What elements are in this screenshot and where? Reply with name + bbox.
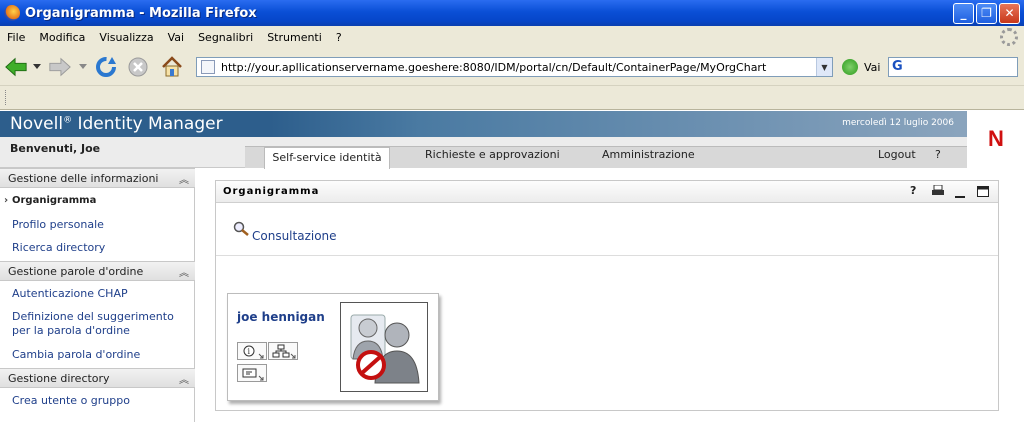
menu-segnalibri[interactable]: Segnalibri bbox=[191, 31, 260, 44]
magnifier-icon[interactable] bbox=[233, 221, 249, 240]
tab-requests[interactable]: Richieste e approvazioni bbox=[425, 148, 560, 161]
sidebar-item-profilo[interactable]: Profilo personale bbox=[12, 218, 104, 231]
sidebar-item-hint[interactable]: Definizione del suggerimento per la paro… bbox=[12, 310, 182, 338]
go-label[interactable]: Vai bbox=[864, 61, 880, 74]
minimize-icon[interactable] bbox=[955, 187, 965, 202]
window-title: Organigramma - Mozilla Firefox bbox=[25, 5, 257, 21]
bookmarks-toolbar bbox=[0, 86, 1024, 110]
collapse-icon[interactable]: ︽ bbox=[179, 264, 189, 279]
brand-title: Novell® Identity Manager bbox=[10, 114, 223, 134]
person-card: joe hennigan i bbox=[227, 293, 439, 401]
brand-product: Identity Manager bbox=[77, 114, 223, 134]
restore-button[interactable]: ❐ bbox=[976, 2, 997, 24]
google-search-icon[interactable]: G bbox=[892, 59, 903, 74]
portlet-help-icon[interactable]: ? bbox=[910, 184, 916, 197]
address-bar[interactable]: http://your.apllicationservername.goeshe… bbox=[196, 57, 833, 77]
sidebar-item-organigramma[interactable]: Organigramma bbox=[4, 195, 96, 206]
sidebar-section-info[interactable]: Gestione delle informazioni ︽ bbox=[0, 168, 195, 188]
back-icon[interactable] bbox=[4, 55, 28, 79]
sidebar-section-directory[interactable]: Gestione directory ︽ bbox=[0, 368, 195, 388]
firefox-logo-icon bbox=[4, 5, 20, 21]
info-button[interactable]: i bbox=[237, 342, 267, 360]
tab-administration[interactable]: Amministrazione bbox=[602, 148, 695, 161]
no-photo-avatar bbox=[340, 302, 428, 392]
menu-vai[interactable]: Vai bbox=[161, 31, 191, 44]
portlet-title: Organigramma bbox=[223, 186, 320, 197]
window-titlebar: Organigramma - Mozilla Firefox _ ❐ ✕ bbox=[0, 0, 1024, 26]
home-icon[interactable] bbox=[160, 55, 184, 79]
menu-modifica[interactable]: Modifica bbox=[32, 31, 92, 44]
menu-bar: File Modifica Visualizza Vai Segnalibri … bbox=[0, 26, 1024, 48]
menu-help[interactable]: ? bbox=[329, 31, 349, 44]
collapse-icon[interactable]: ︽ bbox=[179, 171, 189, 186]
menu-file[interactable]: File bbox=[0, 31, 32, 44]
close-button[interactable]: ✕ bbox=[999, 2, 1020, 24]
help-link[interactable]: ? bbox=[935, 148, 941, 161]
sidebar-section-passwords[interactable]: Gestione parole d'ordine ︽ bbox=[0, 261, 195, 281]
brand-mark: ® bbox=[63, 115, 73, 126]
orgchart-button[interactable] bbox=[268, 342, 298, 360]
email-button[interactable] bbox=[237, 364, 267, 382]
menu-visualizza[interactable]: Visualizza bbox=[92, 31, 160, 44]
novell-logo-icon: N bbox=[988, 126, 1004, 151]
minimize-button[interactable]: _ bbox=[953, 2, 974, 24]
consultation-link[interactable]: Consultazione bbox=[252, 229, 337, 243]
sidebar-item-create-user[interactable]: Crea utente o gruppo bbox=[12, 394, 130, 407]
svg-text:i: i bbox=[248, 347, 251, 356]
address-dropdown-icon[interactable]: ▼ bbox=[816, 58, 832, 76]
orgchart-portlet: Organigramma ? Consultazione joe henniga… bbox=[215, 180, 999, 411]
welcome-text: Benvenuti, Joe bbox=[10, 142, 101, 155]
section-title: Gestione directory bbox=[8, 372, 110, 385]
navigation-toolbar: http://your.apllicationservername.goeshe… bbox=[0, 48, 1024, 86]
go-icon[interactable] bbox=[842, 59, 858, 75]
sidebar-item-ricerca[interactable]: Ricerca directory bbox=[12, 241, 105, 254]
section-title: Gestione parole d'ordine bbox=[8, 265, 144, 278]
menu-strumenti[interactable]: Strumenti bbox=[260, 31, 329, 44]
tab-self-service[interactable]: Self-service identità bbox=[264, 147, 390, 169]
person-name[interactable]: joe hennigan bbox=[237, 310, 325, 324]
header-date: mercoledì 12 luglio 2006 bbox=[842, 118, 954, 128]
sidebar-item-chap[interactable]: Autenticazione CHAP bbox=[12, 287, 128, 300]
page-icon bbox=[201, 60, 215, 74]
search-input[interactable]: G bbox=[888, 57, 1018, 77]
section-title: Gestione delle informazioni bbox=[8, 172, 159, 185]
forward-dropdown-icon[interactable] bbox=[78, 55, 88, 79]
toolbar-grip bbox=[5, 90, 8, 105]
collapse-icon[interactable]: ︽ bbox=[179, 371, 189, 386]
logout-link[interactable]: Logout bbox=[878, 148, 916, 161]
portal-header: Novell® Identity Manager mercoledì 12 lu… bbox=[0, 111, 1024, 137]
brand-name: Novell bbox=[10, 114, 64, 134]
maximize-icon[interactable] bbox=[977, 186, 989, 201]
print-icon[interactable] bbox=[932, 184, 944, 200]
back-dropdown-icon[interactable] bbox=[32, 55, 42, 79]
forward-icon[interactable] bbox=[48, 55, 72, 79]
sidebar: Gestione delle informazioni ︽ Organigram… bbox=[0, 168, 195, 422]
stop-icon[interactable] bbox=[126, 55, 150, 79]
throbber-icon bbox=[1000, 28, 1018, 46]
portlet-header: Organigramma ? bbox=[216, 181, 998, 203]
sidebar-item-change-password[interactable]: Cambia parola d'ordine bbox=[12, 348, 140, 361]
url-text[interactable]: http://your.apllicationservername.goeshe… bbox=[221, 61, 816, 74]
reload-icon[interactable] bbox=[94, 55, 118, 79]
